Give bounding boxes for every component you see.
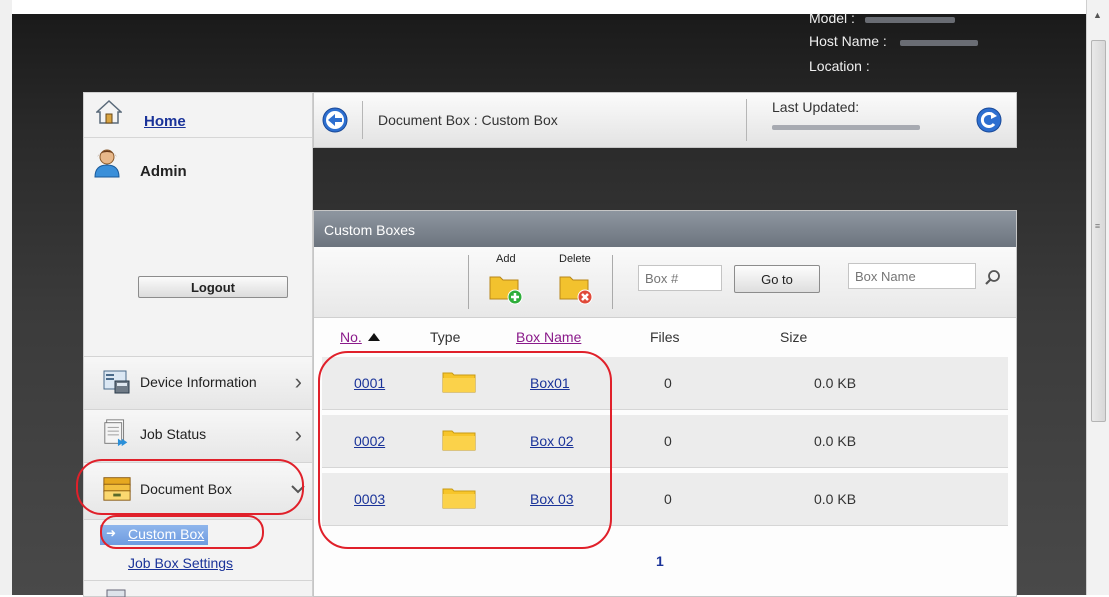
page-number[interactable]: 1 (656, 553, 664, 569)
scrollbar-grip-icon: ≡ (1094, 221, 1101, 231)
menu-item-device-information[interactable]: Device Information › (84, 356, 312, 409)
chevron-right-icon: › (294, 422, 302, 447)
add-label: Add (496, 253, 516, 265)
sort-ascending-icon (368, 333, 380, 341)
home-link[interactable]: Home (144, 113, 186, 130)
menu-icon-partial (106, 589, 126, 597)
table-row[interactable]: 0001 Box01 0 0.0 KB (322, 357, 1008, 410)
box-name-link[interactable]: Box 03 (530, 491, 574, 507)
column-header-box-name[interactable]: Box Name (516, 329, 581, 345)
folder-icon (442, 372, 476, 393)
add-button[interactable]: Add (486, 251, 528, 309)
user-area: Admin Logout (84, 138, 312, 356)
box-number-link[interactable]: 0001 (354, 375, 385, 391)
toolbar-separator (612, 255, 613, 309)
toolbar-separator (468, 255, 469, 309)
model-value-redacted (865, 17, 955, 23)
last-updated-value-redacted (772, 125, 920, 130)
job-status-icon (104, 419, 128, 447)
add-folder-icon (489, 276, 523, 305)
submenu-label-custom-box: Custom Box (128, 526, 205, 542)
submenu-item-job-box-settings[interactable]: Job Box Settings (128, 555, 233, 571)
panel-title: Custom Boxes (324, 222, 416, 238)
column-header-files: Files (650, 329, 680, 345)
scroll-up-arrow-icon[interactable]: ▲ (1091, 8, 1104, 22)
column-header-size: Size (780, 329, 808, 345)
home-icon (96, 99, 122, 124)
delete-button[interactable]: Delete (554, 251, 606, 309)
box-size: 0.0 KB (814, 433, 857, 449)
files-count: 0 (664, 375, 672, 391)
breadcrumb: Document Box : Custom Box (378, 112, 558, 128)
chevron-right-icon: › (294, 369, 302, 394)
device-information-icon (103, 370, 130, 394)
delete-label: Delete (559, 253, 591, 265)
menu-item-job-status[interactable]: Job Status › (84, 409, 312, 462)
user-name: Admin (140, 163, 187, 180)
menu-item-document-box[interactable]: Document Box (84, 462, 312, 519)
host-name-label: Host Name : (809, 33, 887, 49)
logout-button[interactable]: Logout (138, 276, 288, 298)
location-label: Location : (809, 58, 870, 74)
chevron-down-icon (291, 485, 305, 494)
menu-label-device-information: Device Information (140, 374, 257, 390)
box-name-input[interactable] (848, 263, 976, 289)
column-header-no[interactable]: No. (340, 329, 362, 345)
sidebar: Home Admin Logout Device Information › J… (83, 92, 313, 597)
files-count: 0 (664, 433, 672, 449)
menu-label-job-status: Job Status (140, 426, 207, 442)
custom-boxes-panel: Custom Boxes Add Delete Go to (313, 210, 1017, 597)
home-row[interactable]: Home (84, 93, 312, 138)
files-count: 0 (664, 491, 672, 507)
window-top-edge (12, 0, 1086, 14)
arrow-right-icon: ➜ (106, 526, 117, 540)
back-arrow-icon[interactable] (322, 107, 348, 133)
last-updated-label: Last Updated: (772, 99, 860, 115)
panel-header: Custom Boxes (314, 211, 1016, 247)
column-header-type: Type (430, 329, 461, 345)
submenu-item-custom-box[interactable]: ➜ Custom Box (100, 525, 208, 545)
box-size: 0.0 KB (814, 491, 857, 507)
document-box-icon (103, 477, 131, 501)
box-size: 0.0 KB (814, 375, 857, 391)
box-number-link[interactable]: 0002 (354, 433, 385, 449)
separator (746, 99, 747, 141)
submenu: ➜ Custom Box Job Box Settings (84, 519, 312, 580)
scrollbar-thumb[interactable] (1091, 40, 1106, 422)
model-label: Model : (809, 10, 855, 26)
menu-label-document-box: Document Box (140, 481, 232, 497)
toolbar: Add Delete Go to (314, 247, 1016, 318)
folder-icon (442, 430, 476, 451)
folder-icon (442, 488, 476, 509)
go-to-button[interactable]: Go to (734, 265, 820, 293)
refresh-icon[interactable] (976, 107, 1002, 133)
table-row[interactable]: 0003 Box 03 0 0.0 KB (322, 473, 1008, 526)
box-number-link[interactable]: 0003 (354, 491, 385, 507)
box-name-link[interactable]: Box 02 (530, 433, 574, 449)
separator (362, 101, 363, 139)
user-avatar-icon (94, 149, 120, 178)
breadcrumb-bar: Document Box : Custom Box Last Updated: (313, 92, 1017, 148)
table-row[interactable]: 0002 Box 02 0 0.0 KB (322, 415, 1008, 468)
box-number-input[interactable] (638, 265, 722, 291)
host-name-value-redacted (900, 40, 978, 46)
delete-folder-icon (559, 276, 593, 305)
sidebar-next-item[interactable] (84, 580, 312, 597)
search-icon[interactable] (984, 269, 1002, 287)
box-name-link[interactable]: Box01 (530, 375, 570, 391)
